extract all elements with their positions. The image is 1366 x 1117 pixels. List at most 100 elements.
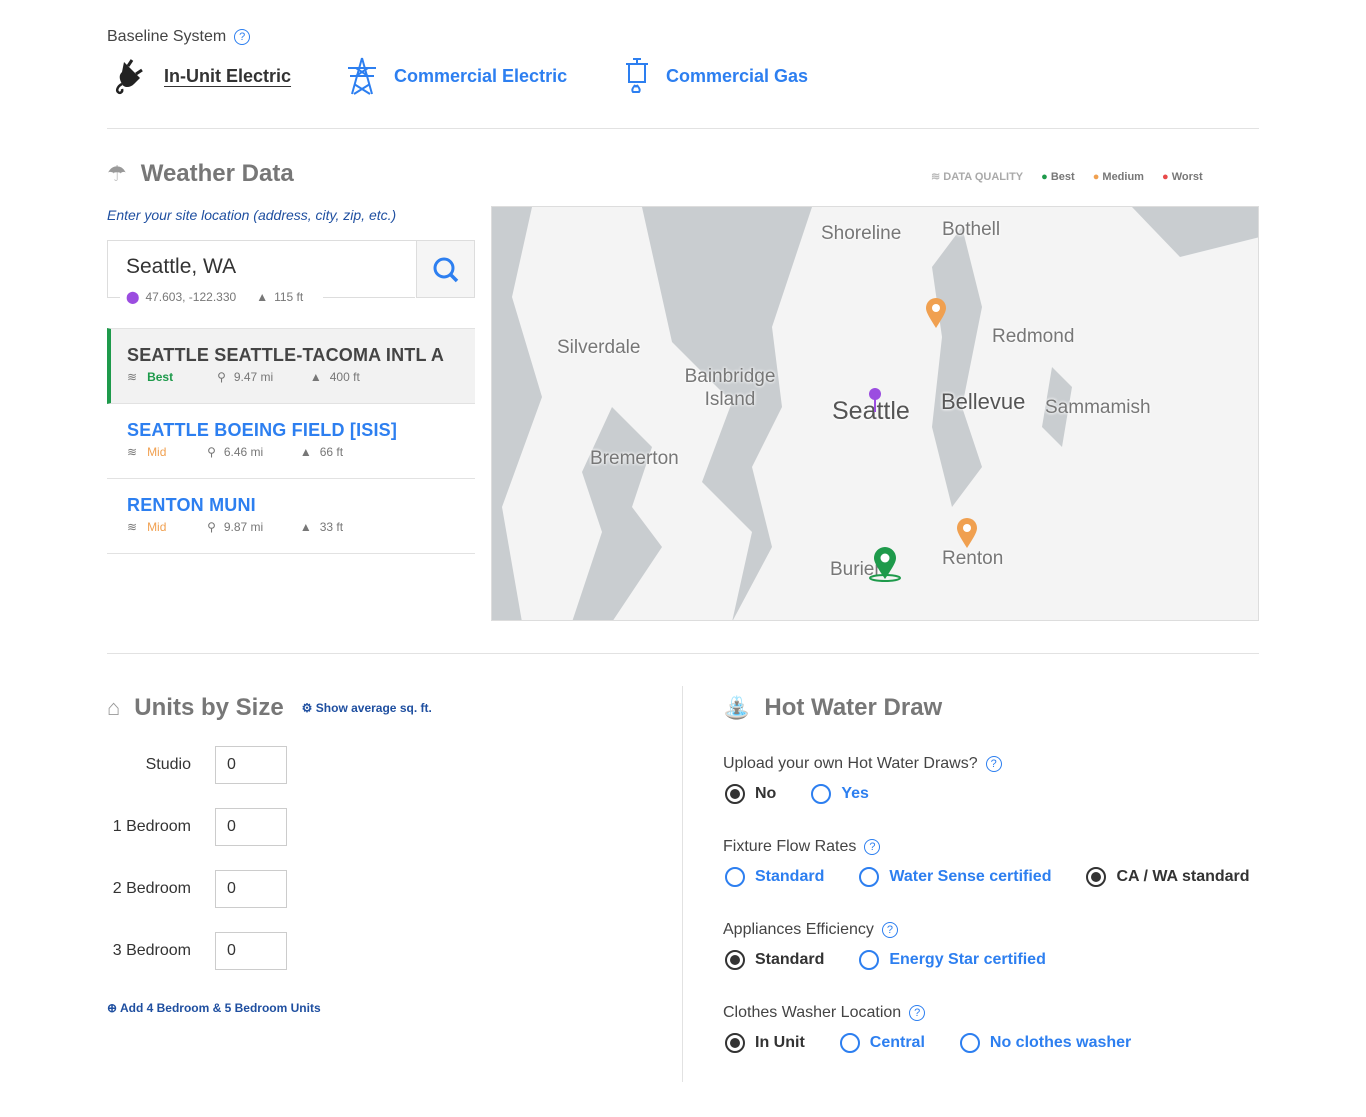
section-title: Hot Water Draw <box>764 694 943 721</box>
map-label: Silverdale <box>557 337 641 358</box>
3-bedroom-count-input[interactable] <box>215 932 287 970</box>
help-icon[interactable]: ? <box>909 1004 926 1021</box>
unit-label: 1 Bedroom <box>112 818 191 835</box>
station-name: SEATTLE BOEING FIELD [ISIS] <box>127 420 398 440</box>
baseline-commercial-gas[interactable]: Commercial Gas <box>622 56 808 96</box>
add-units-label: Add 4 Bedroom & 5 Bedroom Units <box>119 1001 321 1015</box>
plug-icon <box>115 59 143 95</box>
pin-icon: ⬤ <box>126 290 140 304</box>
radio-in-unit[interactable]: In Unit <box>725 1033 805 1053</box>
radio-standard[interactable]: Standard <box>725 950 824 970</box>
search-button[interactable] <box>416 241 474 298</box>
database-icon: ≋ <box>127 370 138 384</box>
station-quality: Best <box>147 370 174 384</box>
database-icon: ≋ <box>127 520 138 534</box>
studio-count-input[interactable] <box>215 746 287 784</box>
map-label: Shoreline <box>821 223 902 244</box>
2-bedroom-count-input[interactable] <box>215 870 287 908</box>
question-label: Fixture Flow Rates? <box>723 838 881 856</box>
add-units-button[interactable]: ⊕ Add 4 Bedroom & 5 Bedroom Units <box>107 1001 321 1015</box>
help-icon[interactable]: ? <box>985 755 1002 772</box>
route-icon: ⚲ <box>207 445 216 459</box>
map-label: Bothell <box>942 219 1001 240</box>
unit-label: 3 Bedroom <box>112 942 191 959</box>
baseline-in-unit-electric[interactable]: In-Unit Electric <box>110 56 291 96</box>
site-pin <box>869 388 881 412</box>
gear-icon: ⚙ <box>301 701 313 715</box>
location-search: ⬤ 47.603, -122.330 ▲ 115 ft <box>107 240 475 304</box>
radio-no-washer[interactable]: No clothes washer <box>959 1033 1131 1053</box>
help-icon[interactable]: ? <box>864 838 881 855</box>
pin-icon: ● <box>1161 170 1169 183</box>
weather-header: ☂ Weather Data <box>107 160 294 188</box>
1-bedroom-count-input[interactable] <box>215 808 287 846</box>
database-icon: ≋ <box>127 445 138 459</box>
station-name: SEATTLE SEATTLE-TACOMA INTL A <box>127 345 445 365</box>
unit-label: 2 Bedroom <box>112 880 191 897</box>
station-item[interactable]: SEATTLE SEATTLE-TACOMA INTL A ≋ Best ⚲ 9.47… <box>107 328 475 404</box>
map-label: Renton <box>942 548 1004 569</box>
station-name: RENTON MUNI <box>127 495 256 515</box>
route-icon: ⚲ <box>207 520 216 534</box>
station-pin-medium[interactable] <box>925 297 947 329</box>
coordinates: 47.603, -122.330 <box>145 290 237 304</box>
station-pin-medium[interactable] <box>956 517 978 549</box>
pin-icon: ● <box>1092 170 1100 183</box>
station-elevation: 66 ft <box>319 445 344 459</box>
help-icon[interactable]: ? <box>234 28 251 45</box>
station-quality: Mid <box>147 520 167 534</box>
mountain-icon: ▲ <box>256 290 269 304</box>
option-label: In-Unit Electric <box>164 65 292 86</box>
radio-yes[interactable]: Yes <box>811 784 869 804</box>
data-quality-legend: ≋ DATA QUALITY ● Best ● Medium ● Worst <box>931 170 1203 184</box>
radio-ca-wa-standard[interactable]: CA / WA standard <box>1086 867 1250 887</box>
unit-row: 1 Bedroom <box>107 808 287 846</box>
station-distance: 9.47 mi <box>233 370 274 384</box>
legend-worst: Worst <box>1171 170 1203 183</box>
search-icon <box>433 257 459 283</box>
units-header: ⌂ Units by Size ⚙ Show average sq. ft. <box>107 694 432 722</box>
station-distance: 9.87 mi <box>223 520 264 534</box>
question-label: Appliances Efficiency? <box>723 921 898 939</box>
location-hint: Enter your site location (address, city,… <box>107 207 397 223</box>
gas-boiler-icon <box>626 58 648 93</box>
map-label: Redmond <box>992 326 1075 347</box>
weather-map[interactable]: Shoreline Bothell Redmond Silverdale Bai… <box>491 206 1259 621</box>
database-icon: ≋ <box>931 171 941 183</box>
radio-central[interactable]: Central <box>839 1033 925 1053</box>
plus-circle-icon: ⊕ <box>107 1001 118 1015</box>
option-label: Commercial Gas <box>666 65 809 86</box>
map-label: Bellevue <box>941 389 1026 414</box>
upload-draws-radio-group: No Yes <box>725 784 904 804</box>
legend-medium: Medium <box>1102 170 1144 183</box>
appliances-radio-group: Standard Energy Star certified <box>725 950 1081 970</box>
legend-best: Best <box>1050 170 1075 183</box>
power-tower-icon <box>348 57 376 95</box>
show-average-toggle[interactable]: ⚙ Show average sq. ft. <box>302 701 432 715</box>
unit-row: 2 Bedroom <box>107 870 287 908</box>
question-label: Clothes Washer Location? <box>723 1004 926 1022</box>
radio-water-sense[interactable]: Water Sense certified <box>859 867 1051 887</box>
radio-standard[interactable]: Standard <box>725 867 824 887</box>
help-icon[interactable]: ? <box>881 921 898 938</box>
radio-energy-star[interactable]: Energy Star certified <box>859 950 1046 970</box>
map-label: Sammamish <box>1045 397 1151 418</box>
station-pin-best-selected[interactable] <box>869 547 903 583</box>
mountain-icon: ▲ <box>299 520 312 534</box>
station-item[interactable]: RENTON MUNI ≋ Mid ⚲ 9.87 mi ▲ 33 ft <box>107 479 475 554</box>
station-distance: 6.46 mi <box>223 445 264 459</box>
option-label: Commercial Electric <box>394 65 568 86</box>
section-title: Weather Data <box>140 160 294 187</box>
section-title: Units by Size <box>134 694 284 721</box>
baseline-commercial-electric[interactable]: Commercial Electric <box>344 56 567 96</box>
washer-location-radio-group: In Unit Central No clothes washer <box>725 1033 1166 1053</box>
station-item[interactable]: SEATTLE BOEING FIELD [ISIS] ≋ Mid ⚲ 6.46 mi… <box>107 404 475 479</box>
pin-icon: ● <box>1041 170 1048 183</box>
house-icon: ⌂ <box>107 695 121 720</box>
radio-no[interactable]: No <box>725 784 776 804</box>
faucet-icon: ⛲ <box>723 695 751 720</box>
location-input[interactable] <box>126 255 406 279</box>
weather-icon: ☂ <box>107 161 127 186</box>
station-quality: Mid <box>147 445 167 459</box>
legend-title: DATA QUALITY <box>943 171 1024 183</box>
